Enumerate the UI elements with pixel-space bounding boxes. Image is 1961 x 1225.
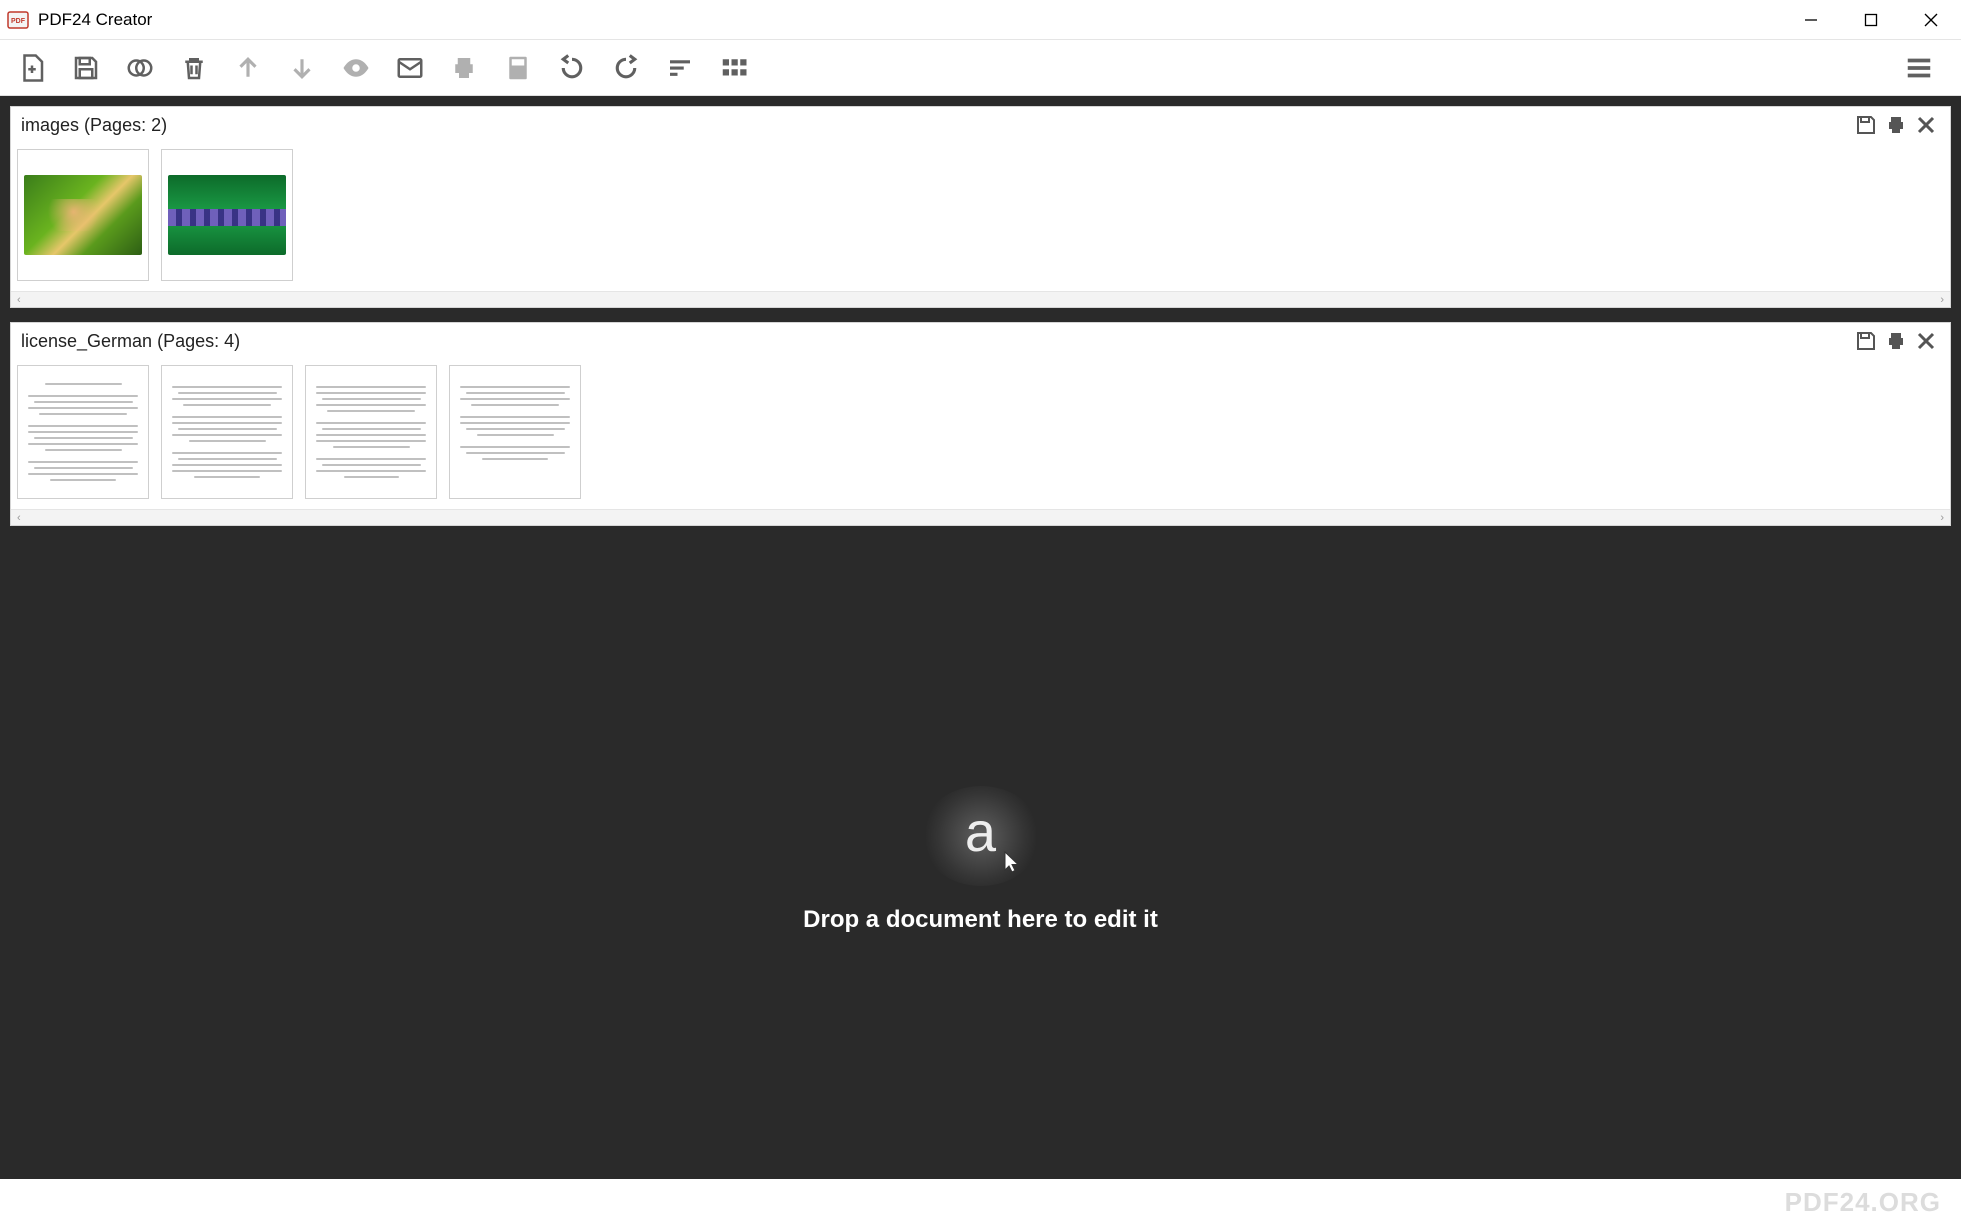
drop-zone-text: Drop a document here to edit it: [803, 906, 1158, 934]
drop-zone[interactable]: a Drop a document here to edit it: [10, 540, 1951, 1179]
svg-text:PDF: PDF: [11, 18, 26, 25]
document-save-button[interactable]: [1852, 327, 1880, 355]
document-header: images (Pages: 2): [11, 107, 1950, 143]
document-thumbnails: [11, 143, 1950, 291]
document-scrollbar[interactable]: ‹›: [11, 291, 1950, 307]
fax-button[interactable]: [496, 46, 540, 90]
sort-button[interactable]: [658, 46, 702, 90]
email-button[interactable]: [388, 46, 432, 90]
save-button[interactable]: [64, 46, 108, 90]
document-thumbnails: [11, 359, 1950, 509]
workspace: images (Pages: 2) ‹› license_German (Pag…: [0, 96, 1961, 1179]
drop-icon: a: [921, 786, 1041, 886]
grid-view-button[interactable]: [712, 46, 756, 90]
menu-button[interactable]: [1897, 46, 1941, 90]
delete-button[interactable]: [172, 46, 216, 90]
page-thumbnail[interactable]: [17, 365, 149, 499]
app-logo-icon: PDF: [6, 8, 30, 32]
document-save-button[interactable]: [1852, 111, 1880, 139]
window-title: PDF24 Creator: [38, 10, 152, 30]
window-maximize-button[interactable]: [1841, 0, 1901, 40]
document-close-button[interactable]: [1912, 327, 1940, 355]
document-title: license_German (Pages: 4): [21, 331, 240, 352]
titlebar: PDF PDF24 Creator: [0, 0, 1961, 40]
add-file-button[interactable]: [10, 46, 54, 90]
document-header: license_German (Pages: 4): [11, 323, 1950, 359]
page-thumbnail[interactable]: [161, 149, 293, 281]
document-panel[interactable]: license_German (Pages: 4): [10, 322, 1951, 526]
rotate-left-button[interactable]: [550, 46, 594, 90]
page-thumbnail[interactable]: [17, 149, 149, 281]
print-button[interactable]: [442, 46, 486, 90]
document-panel[interactable]: images (Pages: 2) ‹›: [10, 106, 1951, 308]
page-thumbnail[interactable]: [161, 365, 293, 499]
preview-button[interactable]: [334, 46, 378, 90]
main-toolbar: [0, 40, 1961, 96]
footer: PDF24.ORG: [0, 1179, 1961, 1225]
document-close-button[interactable]: [1912, 111, 1940, 139]
page-thumbnail[interactable]: [449, 365, 581, 499]
move-up-button[interactable]: [226, 46, 270, 90]
rotate-right-button[interactable]: [604, 46, 648, 90]
footer-brand: PDF24.ORG: [1785, 1187, 1941, 1218]
window-minimize-button[interactable]: [1781, 0, 1841, 40]
cursor-icon: [1003, 850, 1023, 874]
document-scrollbar[interactable]: ‹›: [11, 509, 1950, 525]
document-print-button[interactable]: [1882, 327, 1910, 355]
merge-button[interactable]: [118, 46, 162, 90]
move-down-button[interactable]: [280, 46, 324, 90]
document-title: images (Pages: 2): [21, 115, 167, 136]
document-print-button[interactable]: [1882, 111, 1910, 139]
window-close-button[interactable]: [1901, 0, 1961, 40]
page-thumbnail[interactable]: [305, 365, 437, 499]
